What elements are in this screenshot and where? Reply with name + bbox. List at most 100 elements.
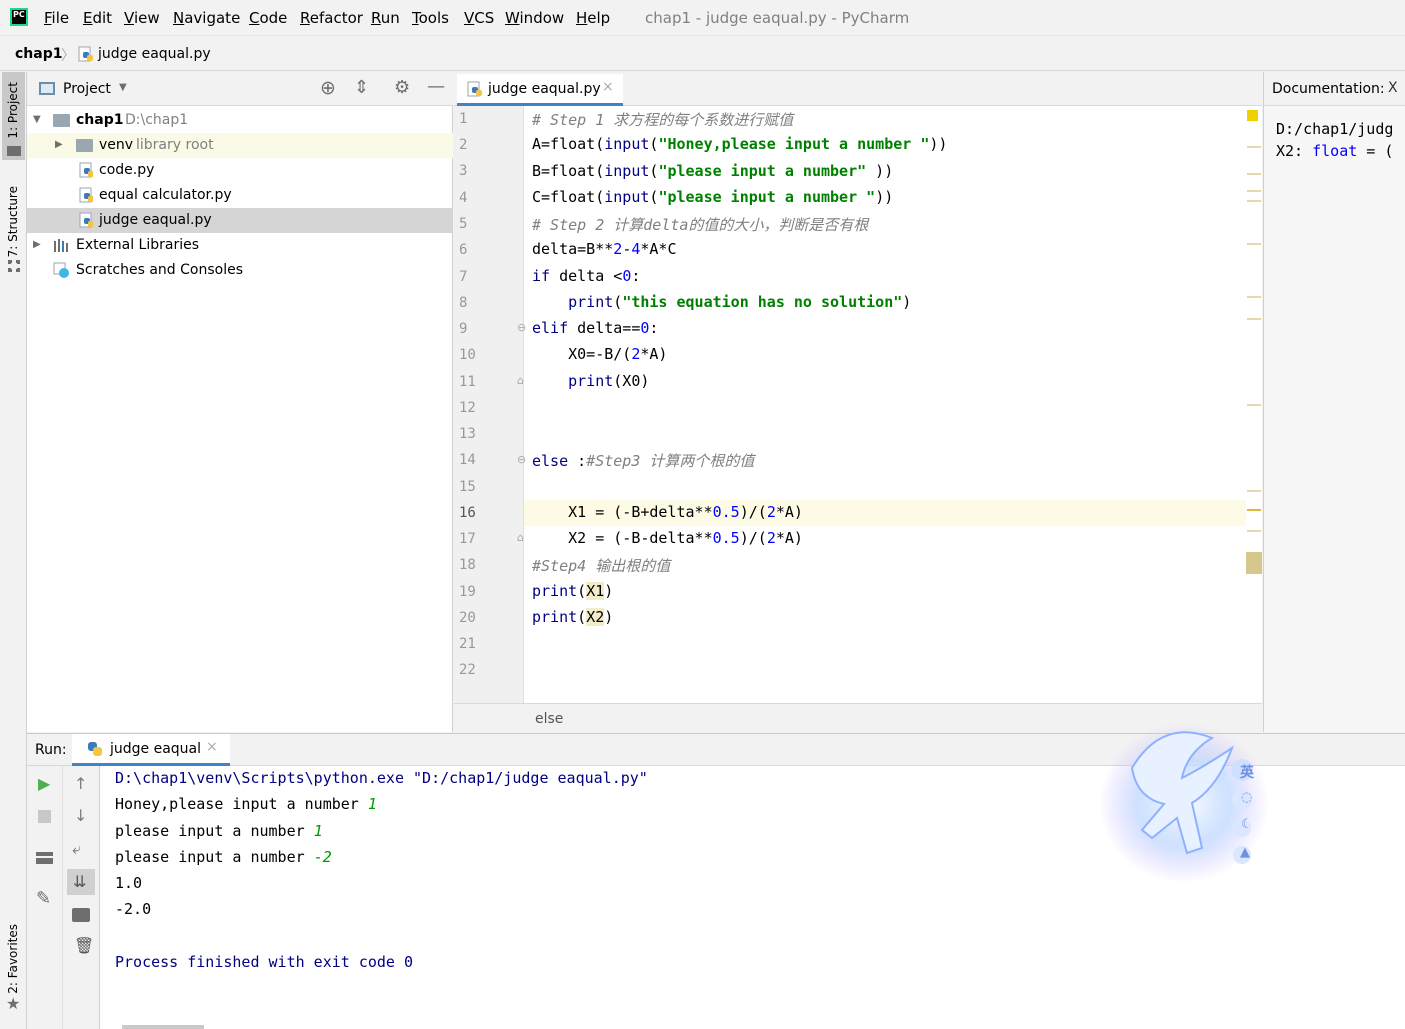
console-prompt-3: please input a number -2 [115, 848, 332, 866]
arrow-up-icon[interactable]: ↑ [74, 774, 87, 793]
collapse-all-icon[interactable]: ⇕ [354, 77, 369, 98]
pycharm-logo-icon: PC [10, 8, 28, 26]
python-file-icon [467, 81, 482, 97]
tree-item-code-py[interactable]: code.py [27, 158, 453, 183]
code-line-4: C=float(input("please input a number ")) [532, 188, 894, 206]
menu-navigate[interactable]: Navigate [173, 9, 240, 27]
tree-item-external-libraries[interactable]: ▶ External Libraries [27, 233, 453, 258]
code-line-7: if delta <0: [532, 267, 641, 285]
stop-icon[interactable] [38, 810, 51, 823]
line-number: 12 [459, 400, 476, 416]
python-file-icon [78, 46, 93, 62]
layout-icon[interactable] [36, 852, 53, 864]
menu-file[interactable]: File [44, 9, 69, 27]
ime-skin-icon[interactable]: ▲ [1240, 845, 1250, 860]
doc-value: = ( [1357, 142, 1394, 160]
chevron-down-icon[interactable]: ▼ [119, 82, 127, 93]
stripe-marker [1247, 404, 1261, 406]
doc-type: float [1312, 142, 1358, 160]
menu-help[interactable]: Help [576, 9, 610, 27]
folder-icon [76, 139, 93, 152]
project-folder-icon [7, 146, 21, 156]
trash-icon[interactable]: 🗑 [74, 936, 94, 955]
ime-moon-icon[interactable]: ☾ [1241, 817, 1253, 832]
line-number: 7 [459, 269, 468, 285]
hide-panel-icon[interactable]: — [427, 76, 445, 97]
breadcrumb-file[interactable]: judge eaqual.py [98, 46, 211, 62]
prompt-text: please input a number [115, 848, 314, 866]
line-number: 4 [459, 190, 468, 206]
stripe-marker [1247, 318, 1261, 320]
line-number-current: 16 [459, 505, 476, 521]
code-line-17: X2 = (-B-delta**0.5)/(2*A) [532, 529, 803, 547]
collapse-arrow-icon[interactable]: ▶ [33, 239, 41, 250]
arrow-down-icon[interactable]: ↓ [74, 806, 87, 825]
code-line-14: else :#Step3 计算两个根的值 [532, 452, 755, 470]
editor-tab[interactable]: judge eaqual.py × [457, 74, 623, 106]
fold-marker-icon[interactable]: ⊖ [517, 453, 526, 466]
close-icon[interactable]: × [602, 79, 614, 95]
scroll-thumb[interactable] [1246, 552, 1262, 574]
prompt-text: Honey,please input a number [115, 795, 368, 813]
menu-window[interactable]: Window [505, 9, 564, 27]
console-prompt-2: please input a number 1 [115, 822, 323, 840]
tree-item-judge-eaqual[interactable]: judge eaqual.py [27, 208, 453, 233]
tree-item-equal-calculator[interactable]: equal calculator.py [27, 183, 453, 208]
ime-language-indicator[interactable]: 英 [1240, 762, 1254, 782]
run-tab[interactable]: judge eaqual × [72, 734, 230, 766]
menu-view[interactable]: View [124, 9, 160, 27]
close-icon[interactable]: X [1388, 80, 1398, 96]
soft-wrap-icon[interactable]: ⤶ [72, 839, 81, 859]
tab-structure[interactable]: 7: Structure [6, 186, 20, 257]
console-prompt-1: Honey,please input a number 1 [115, 795, 377, 813]
menu-refactor[interactable]: Refactor [300, 9, 363, 27]
line-number: 21 [459, 636, 476, 652]
tree-item-label: judge eaqual.py [99, 212, 212, 228]
warning-indicator-icon[interactable] [1247, 110, 1258, 121]
menu-tools[interactable]: Tools [412, 9, 449, 27]
console-command: D:\chap1\venv\Scripts\python.exe "D:/cha… [115, 769, 648, 787]
line-number: 15 [459, 479, 476, 495]
ime-punctuation-icon[interactable]: ◌ [1241, 790, 1252, 805]
locate-target-icon[interactable]: ⊕ [320, 77, 336, 99]
expand-arrow-icon[interactable]: ▼ [33, 114, 41, 125]
code-context-label[interactable]: else [535, 711, 563, 727]
tree-item-chap1[interactable]: ▼ chap1 D:\chap1 [27, 108, 453, 133]
run-toolbar-primary: ▶ ✎ [27, 766, 63, 1029]
tree-item-venv[interactable]: ▶ venv library root [27, 133, 453, 158]
collapse-arrow-icon[interactable]: ▶ [55, 139, 63, 150]
menu-vcs[interactable]: VCS [464, 9, 494, 27]
rerun-icon[interactable]: ▶ [38, 774, 50, 793]
menu-run[interactable]: Run [371, 9, 400, 27]
folder-icon [53, 114, 70, 127]
tab-project[interactable]: 1: Project [6, 82, 20, 139]
pin-icon[interactable]: ✎ [36, 888, 51, 909]
tree-item-label: equal calculator.py [99, 187, 232, 203]
tree-item-scratches[interactable]: Scratches and Consoles [27, 258, 453, 283]
console-output: -2.0 [115, 900, 152, 918]
fold-end-icon[interactable]: ⌂ [517, 531, 524, 544]
line-number: 9 [459, 321, 468, 337]
breadcrumb-project[interactable]: chap1 [15, 46, 62, 62]
tab-favorites[interactable]: 2: Favorites [6, 924, 20, 994]
print-icon[interactable] [72, 908, 90, 922]
fold-end-icon[interactable]: ⌂ [517, 374, 524, 387]
close-icon[interactable]: × [206, 739, 218, 755]
run-toolbar-secondary: ↑ ↓ ⤶ ⇊ 🗑 [63, 766, 100, 1029]
code-line-9: elif delta==0: [532, 319, 659, 337]
tree-item-label: venv [99, 137, 134, 153]
user-input: 1 [313, 822, 323, 840]
project-panel-title[interactable]: Project [63, 81, 111, 97]
menu-code[interactable]: Code [249, 9, 287, 27]
editor-tab-label: judge eaqual.py [488, 81, 601, 97]
doc-var-name: X2: [1276, 142, 1313, 160]
gear-icon[interactable]: ⚙ [394, 77, 410, 98]
menu-edit[interactable]: Edit [83, 9, 112, 27]
horizontal-scrollbar[interactable] [122, 1025, 204, 1029]
line-number: 20 [459, 610, 476, 626]
fold-marker-icon[interactable]: ⊖ [517, 321, 526, 334]
code-line-3: B=float(input("please input a number" )) [532, 162, 894, 180]
line-number: 14 [459, 452, 476, 468]
scroll-to-end-icon[interactable]: ⇊ [73, 872, 86, 891]
stripe-marker [1247, 200, 1261, 202]
